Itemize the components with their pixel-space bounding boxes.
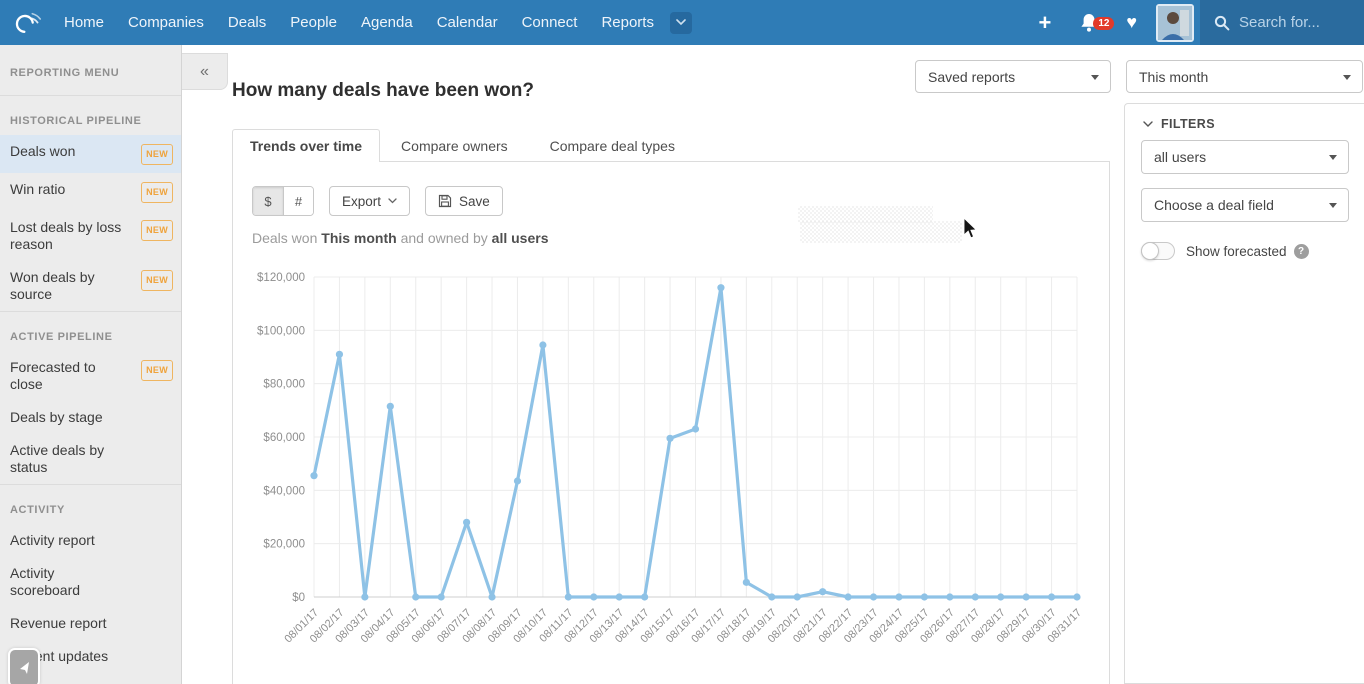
new-badge: NEW <box>141 360 173 381</box>
sidebar-item-label: Activity report <box>10 532 95 549</box>
svg-text:$100,000: $100,000 <box>257 325 305 337</box>
sidebar-section-header-activity: ACTIVITY <box>0 485 181 524</box>
chevron-down-icon <box>1343 75 1351 80</box>
sidebar-item-won-deals-by-source[interactable]: Won deals by source NEW <box>0 261 181 311</box>
nav-item-people[interactable]: People <box>278 14 349 31</box>
sidebar-sections: HISTORICAL PIPELINEDeals wonNEWWin ratio… <box>0 96 181 673</box>
new-badge: NEW <box>141 270 173 291</box>
global-search <box>1200 0 1364 45</box>
tab-compare-owners[interactable]: Compare owners <box>380 130 529 162</box>
add-new-button[interactable]: + <box>1024 0 1065 45</box>
sidebar-item-label: Deals won <box>10 143 75 160</box>
save-disk-icon <box>438 194 452 208</box>
main-nav-items: HomeCompaniesDealsPeopleAgendaCalendarCo… <box>52 14 666 31</box>
tooltip-fade-artifact <box>800 221 962 243</box>
chevron-down-icon <box>388 198 397 204</box>
show-forecasted-row: Show forecasted ? <box>1141 242 1309 260</box>
new-badge: NEW <box>141 144 173 165</box>
help-widget-button[interactable] <box>8 648 40 684</box>
svg-text:$20,000: $20,000 <box>263 539 305 551</box>
favorites-heart-icon[interactable]: ♥ <box>1113 12 1150 33</box>
navbar-right-cluster: + 12 ♥ <box>1024 0 1364 45</box>
user-filter-select[interactable]: all users <box>1141 140 1349 174</box>
search-icon <box>1214 15 1230 31</box>
user-avatar[interactable] <box>1156 4 1194 42</box>
save-button[interactable]: Save <box>425 186 503 216</box>
nav-item-companies[interactable]: Companies <box>116 14 216 31</box>
reporting-sidebar: REPORTING MENU HISTORICAL PIPELINEDeals … <box>0 45 182 684</box>
chevron-down-icon <box>1329 203 1337 208</box>
export-button[interactable]: Export <box>329 186 410 216</box>
sidebar-item-label: Active deals by status <box>10 442 128 476</box>
sidebar-item-lost-deals-by-loss-reason[interactable]: Lost deals by loss reason NEW <box>0 211 181 261</box>
sidebar-section-header-active-pipeline: ACTIVE PIPELINE <box>0 312 181 351</box>
sidebar-item-label: Forecasted to close <box>10 359 128 393</box>
tab-compare-deal-types[interactable]: Compare deal types <box>529 130 696 162</box>
sidebar-item-activity-scoreboard[interactable]: Activity scoreboard <box>0 557 181 607</box>
svg-text:$0: $0 <box>292 592 305 604</box>
tab-trends-over-time[interactable]: Trends over time <box>232 129 380 162</box>
nav-item-deals[interactable]: Deals <box>216 14 278 31</box>
show-forecasted-toggle[interactable] <box>1141 242 1175 260</box>
sidebar-item-label: Deals by stage <box>10 409 103 426</box>
nav-item-connect[interactable]: Connect <box>510 14 590 31</box>
notifications-button[interactable]: 12 <box>1065 12 1113 33</box>
reports-dropdown-button[interactable] <box>670 12 692 34</box>
help-question-icon[interactable]: ? <box>1294 244 1309 259</box>
nutshell-logo-icon[interactable] <box>10 6 44 40</box>
sidebar-item-active-deals-by-status[interactable]: Active deals by status <box>0 434 181 484</box>
top-navbar: HomeCompaniesDealsPeopleAgendaCalendarCo… <box>0 0 1364 45</box>
sidebar-item-forecasted-to-close[interactable]: Forecasted to close NEW <box>0 351 181 401</box>
sidebar-title: REPORTING MENU <box>0 45 181 95</box>
sidebar-item-deals-won[interactable]: Deals won NEW <box>0 135 181 173</box>
nav-item-agenda[interactable]: Agenda <box>349 14 425 31</box>
svg-text:$40,000: $40,000 <box>263 485 305 497</box>
saved-reports-select[interactable]: Saved reports <box>915 60 1111 93</box>
search-input[interactable] <box>1239 14 1349 31</box>
sidebar-item-label: Lost deals by loss reason <box>10 219 128 253</box>
date-range-select[interactable]: This month <box>1126 60 1363 93</box>
deals-won-line-chart: $0 $20,000 $40,000 $60,000 $80,000 $100,000 $1… <box>232 262 1110 662</box>
mouse-cursor <box>963 218 978 245</box>
sidebar-item-activity-report[interactable]: Activity report <box>0 524 181 557</box>
chevron-down-icon <box>1091 75 1099 80</box>
toggle-knob <box>1141 242 1159 260</box>
sidebar-item-label: Win ratio <box>10 181 65 198</box>
currency-mode-button[interactable]: $ <box>253 187 283 215</box>
notification-count-badge: 12 <box>1093 17 1114 30</box>
chevron-down-icon <box>1329 155 1337 160</box>
new-badge: NEW <box>141 220 173 241</box>
sidebar-section-header-historical-pipeline: HISTORICAL PIPELINE <box>0 96 181 135</box>
show-forecasted-label: Show forecasted <box>1186 244 1287 259</box>
nav-item-home[interactable]: Home <box>52 14 116 31</box>
report-tabs: Trends over timeCompare ownersCompare de… <box>232 129 696 162</box>
count-mode-button[interactable]: # <box>283 187 313 215</box>
new-badge: NEW <box>141 182 173 203</box>
page-title: How many deals have been won? <box>232 80 534 102</box>
sidebar-collapse-button[interactable]: « <box>182 53 228 90</box>
svg-text:$120,000: $120,000 <box>257 272 305 284</box>
nav-item-reports[interactable]: Reports <box>589 14 666 31</box>
chevron-down-icon <box>1143 121 1153 128</box>
svg-text:$60,000: $60,000 <box>263 432 305 444</box>
nav-item-calendar[interactable]: Calendar <box>425 14 510 31</box>
app-window: HomeCompaniesDealsPeopleAgendaCalendarCo… <box>0 0 1364 684</box>
chart-subtitle: Deals won This month and owned by all us… <box>252 230 549 246</box>
sidebar-item-deals-by-stage[interactable]: Deals by stage <box>0 401 181 434</box>
value-mode-segment: $ # <box>252 186 314 216</box>
filters-header[interactable]: FILTERS <box>1143 117 1215 131</box>
sidebar-item-win-ratio[interactable]: Win ratio NEW <box>0 173 181 211</box>
sidebar-item-label: Activity scoreboard <box>10 565 128 599</box>
sidebar-item-label: Revenue report <box>10 615 107 632</box>
sidebar-item-revenue-report[interactable]: Revenue report <box>0 607 181 640</box>
svg-text:$80,000: $80,000 <box>263 379 305 391</box>
deal-field-filter-select[interactable]: Choose a deal field <box>1141 188 1349 222</box>
sidebar-item-label: Won deals by source <box>10 269 128 303</box>
chart-toolbar: $ # Export Save <box>252 186 503 216</box>
